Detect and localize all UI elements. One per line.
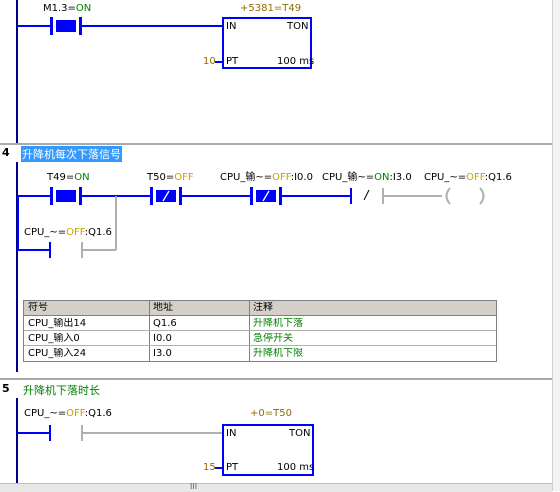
network-4-number: 4 (2, 146, 10, 159)
contact-i30-nc[interactable] (351, 187, 383, 205)
contact-right-plate (79, 187, 82, 205)
contact-fill (56, 190, 76, 202)
table-cell-comment: 升降机下限 (253, 348, 303, 359)
timer-current-value: +0=T50 (250, 408, 292, 419)
contact-right-plate (79, 17, 82, 35)
table-cell-symbol: CPU_输入0 (28, 333, 80, 344)
table-row-divider (24, 345, 496, 346)
contact-left-plate (50, 187, 53, 205)
table-header-comment: 注释 (253, 302, 273, 313)
table-cell-address: I3.0 (153, 348, 172, 359)
table-cell-address: Q1.6 (153, 318, 177, 329)
vertical-scrollbar[interactable] (552, 0, 560, 491)
contact-i00-nc[interactable] (250, 187, 282, 205)
contact-label-q16: CPU_~=OFF:Q1.6 (24, 408, 112, 419)
table-row-divider (24, 330, 496, 331)
table-cell-comment: 急停开关 (253, 333, 293, 344)
contact-fill (56, 20, 76, 32)
contact-t50-nc[interactable] (150, 187, 182, 205)
network-5-title[interactable]: 升降机下落时长 (23, 382, 100, 398)
network-5-wiring (18, 425, 222, 469)
contact-m13[interactable] (50, 17, 82, 35)
table-cell-symbol: CPU_输入24 (28, 348, 87, 359)
symbol-table: 符号 地址 注释 CPU_输出14 Q1.6 升降机下落 CPU_输入0 I0.… (23, 300, 497, 362)
table-cell-comment: 升降机下落 (253, 318, 303, 329)
network-5-separator (0, 378, 552, 380)
network-5-number: 5 (2, 382, 10, 395)
scrollbar-grip[interactable]: III (190, 483, 197, 491)
coil-q16[interactable] (443, 187, 487, 205)
contact-slash (162, 190, 170, 202)
contact-slash (262, 190, 270, 202)
network-3-wiring (18, 25, 222, 63)
contact-q16-branch[interactable] (50, 241, 82, 259)
contact-left-plate (50, 17, 53, 35)
contact-q16[interactable] (50, 425, 82, 443)
ladder-editor[interactable]: M1.3=ON +5381=T49 IN TON PT 100 ms 10 4 … (0, 0, 560, 492)
network-4-wiring (17, 187, 485, 258)
contact-t49[interactable] (50, 187, 82, 205)
table-cell-symbol: CPU_输出14 (28, 318, 87, 329)
table-cell-address: I0.0 (153, 333, 172, 344)
table-header-address: 地址 (153, 302, 173, 313)
table-header-symbol: 符号 (28, 302, 48, 313)
network-4-separator (0, 143, 552, 145)
